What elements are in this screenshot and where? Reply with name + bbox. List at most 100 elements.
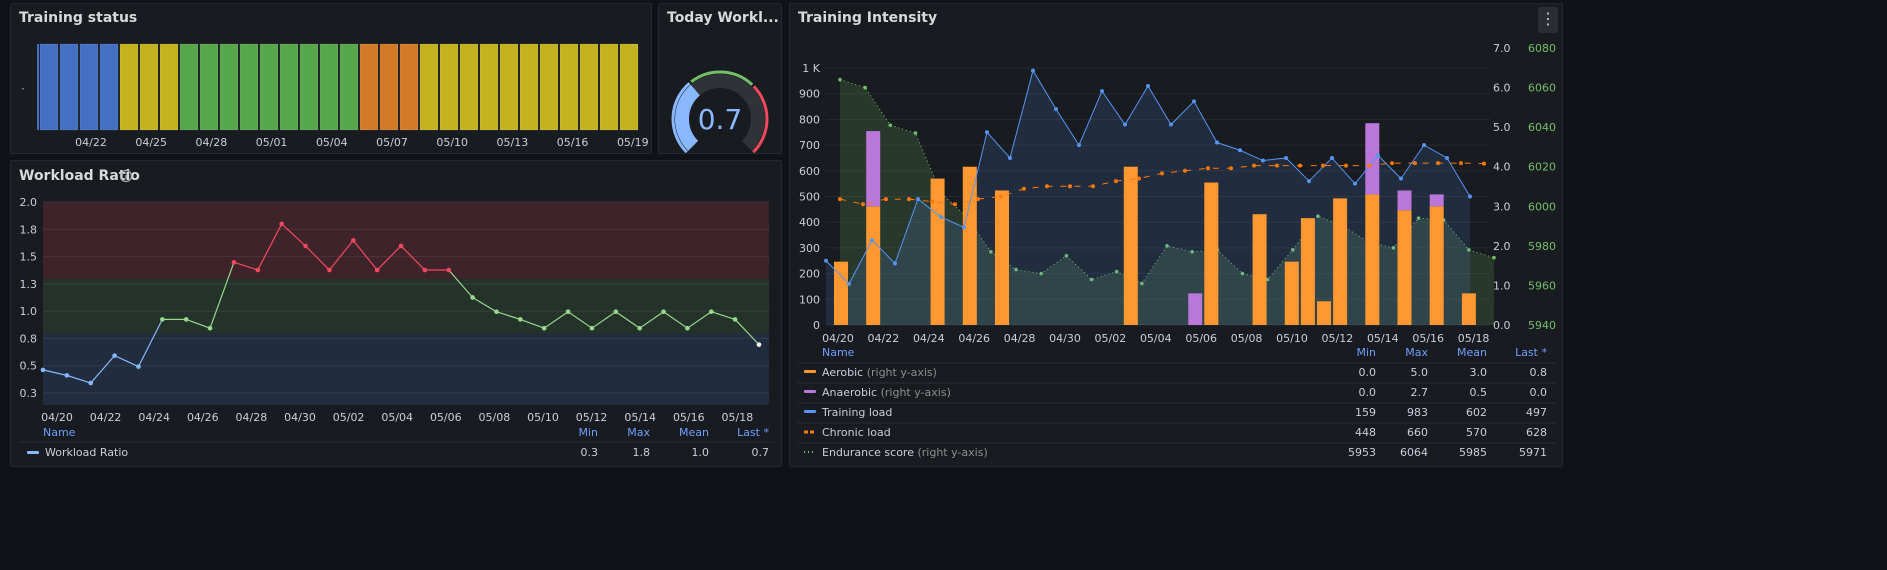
chronic-load-point [907, 197, 911, 202]
workload-ratio-panel: Workload Ratio 2.0 1.8 1.5 1.3 1.0 0.8 0.5 0.3 0… [10, 160, 782, 467]
chronic-load-point [1160, 171, 1164, 176]
x-tick-label: 04/25 [135, 136, 167, 149]
legend-name: Workload Ratio [45, 446, 128, 459]
x-tick-label: 04/30 [284, 411, 316, 424]
right-tick-label-endurance: 5940 [1528, 319, 1556, 332]
legend-min: 448 [1355, 426, 1376, 439]
data-point [708, 309, 714, 315]
x-tick-label: 05/16 [1412, 332, 1444, 345]
endurance-point [888, 123, 893, 127]
x-tick-label: 04/22 [90, 411, 122, 424]
right-tick-label-endurance: 6080 [1528, 42, 1556, 55]
data-point [88, 380, 94, 386]
endurance-point [1492, 255, 1496, 260]
x-tick-label: 05/10 [1276, 332, 1308, 345]
state-block [79, 43, 99, 131]
training-load-point [939, 215, 943, 220]
legend-header-mean: Mean [1457, 346, 1487, 359]
aerobic-bar [1333, 198, 1348, 325]
data-point [756, 342, 762, 347]
chronic-load-point [1459, 161, 1463, 166]
x-tick-label: 04/28 [1004, 332, 1036, 345]
legend-header-min: Min [578, 426, 598, 439]
x-tick-label: 05/16 [557, 136, 589, 149]
aerobic-bar [1123, 166, 1138, 325]
right-tick-label: 0.0 [1493, 319, 1511, 332]
x-tick-label: 05/16 [673, 411, 705, 424]
state-block [259, 43, 279, 131]
training-load-point [1445, 155, 1449, 160]
data-point [231, 260, 237, 265]
data-point [183, 317, 189, 322]
right-tick-label: 1.0 [1493, 279, 1511, 292]
chronic-load-point [976, 197, 980, 202]
x-tick-label: 04/28 [196, 136, 228, 149]
x-tick-label: 05/04 [316, 136, 348, 149]
right-tick-label-endurance: 5960 [1528, 279, 1556, 292]
endurance-point [863, 85, 867, 90]
state-block [339, 43, 359, 131]
training-load-point [1215, 140, 1219, 145]
legend-last: 5971 [1519, 446, 1547, 459]
endurance-point [838, 77, 842, 82]
data-point [374, 267, 380, 273]
data-point [613, 309, 619, 315]
state-block [119, 43, 139, 131]
x-tick-label: 05/08 [479, 411, 511, 424]
x-tick-label: 04/24 [138, 411, 170, 424]
x-tick-label: 05/06 [1185, 332, 1217, 345]
state-block [579, 43, 599, 131]
left-tick-label: 300 [799, 242, 820, 255]
x-tick-label: 05/10 [436, 136, 468, 149]
legend-mean: 602 [1466, 406, 1487, 419]
state-block [39, 43, 59, 131]
legend-note: (right y-axis) [881, 386, 951, 399]
state-block [159, 43, 179, 131]
x-tick-label: 05/02 [333, 411, 365, 424]
state-block [319, 43, 339, 131]
threshold-band-mid [43, 278, 769, 334]
legend-last: 497 [1526, 406, 1547, 419]
state-block [59, 43, 79, 131]
y-tick-label: 2.0 [20, 196, 38, 209]
state-block [419, 43, 439, 131]
anaerobic-bar [1365, 123, 1380, 195]
training-load-point [1008, 155, 1012, 160]
training-load-point [1238, 148, 1242, 153]
training-load-point [1054, 107, 1058, 112]
anaerobic-bar [1397, 190, 1412, 211]
legend-name: Aerobic (right y-axis) [822, 366, 937, 379]
data-point [279, 221, 284, 227]
legend-swatch [804, 390, 816, 393]
x-tick-label: 04/26 [187, 411, 219, 424]
legend-header-min: Min [1356, 346, 1376, 359]
data-point [160, 317, 165, 322]
legend-name: Chronic load [822, 426, 891, 439]
state-block [439, 43, 459, 131]
chronic-load-point [1367, 163, 1371, 168]
data-point [207, 325, 213, 331]
x-tick-label: 05/12 [1322, 332, 1354, 345]
left-tick-label: 800 [799, 113, 820, 126]
legend-header-max: Max [1405, 346, 1428, 359]
y-tick-label: 0.8 [20, 332, 38, 345]
legend-header-name: Name [822, 346, 855, 359]
chronic-load-point [1045, 184, 1049, 189]
data-point [422, 267, 428, 273]
x-tick-label: 05/02 [1095, 332, 1127, 345]
training-intensity-panel: Training Intensity ⋮ 1 K 900 800 700 600 500 4… [789, 3, 1563, 467]
state-block [219, 43, 239, 131]
y-tick-label: 1.0 [20, 305, 38, 318]
legend-last: 0.0 [1530, 386, 1548, 399]
training-load-point [1422, 143, 1426, 148]
legend-header-last: Last * [1515, 346, 1547, 359]
aerobic-bar [1397, 210, 1412, 325]
right-tick-label-endurance: 6060 [1528, 82, 1556, 95]
x-tick-label: 05/04 [381, 411, 413, 424]
data-point [637, 325, 642, 331]
data-point [398, 243, 404, 249]
chronic-load-point [1137, 176, 1141, 181]
aerobic-bar [1365, 194, 1380, 325]
y-tick-label: 0.5 [20, 360, 38, 373]
threshold-band-low [43, 333, 769, 405]
